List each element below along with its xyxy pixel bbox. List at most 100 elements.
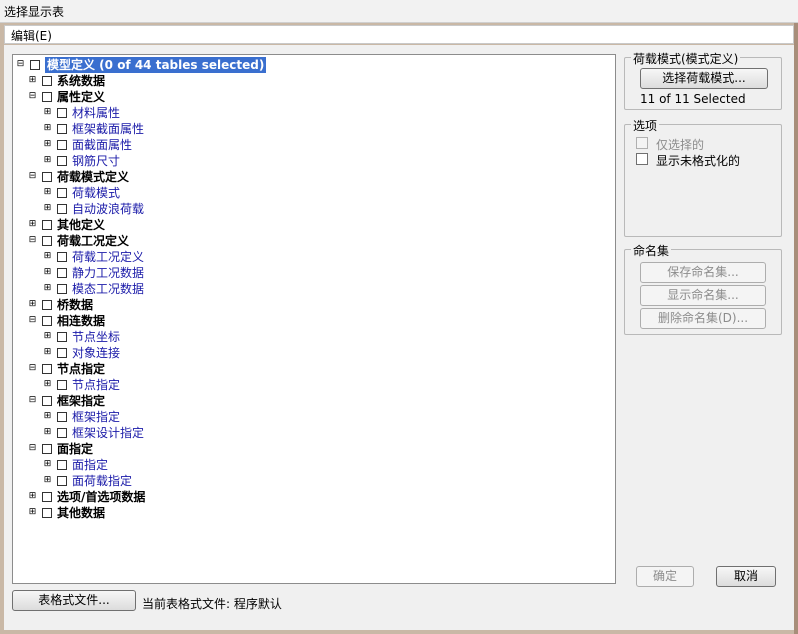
tree-checkbox[interactable] bbox=[57, 108, 67, 118]
tree-leaf-row[interactable]: ⊞ 自动波浪荷载 bbox=[43, 201, 343, 217]
tree-checkbox[interactable] bbox=[57, 140, 67, 150]
expand-icon[interactable]: ⊞ bbox=[43, 412, 52, 421]
collapse-icon[interactable]: ⊟ bbox=[28, 236, 37, 245]
tree-node-label[interactable]: 材料属性 bbox=[72, 105, 120, 121]
expand-icon[interactable]: ⊞ bbox=[43, 428, 52, 437]
expand-icon[interactable]: ⊞ bbox=[43, 284, 52, 293]
collapse-icon[interactable]: ⊟ bbox=[28, 92, 37, 101]
tree-node-label[interactable]: 框架指定 bbox=[57, 393, 105, 409]
tree-checkbox[interactable] bbox=[57, 460, 67, 470]
expand-icon[interactable]: ⊞ bbox=[43, 348, 52, 357]
tree-checkbox[interactable] bbox=[42, 444, 52, 454]
tree-leaf-row[interactable]: ⊞ 框架指定 bbox=[43, 409, 343, 425]
tree-node-label[interactable]: 系统数据 bbox=[57, 73, 105, 89]
tree-node-label[interactable]: 钢筋尺寸 bbox=[72, 153, 120, 169]
tree-checkbox[interactable] bbox=[42, 508, 52, 518]
tree-checkbox[interactable] bbox=[57, 476, 67, 486]
expand-icon[interactable]: ⊞ bbox=[43, 380, 52, 389]
tree-node-label[interactable]: 桥数据 bbox=[57, 297, 93, 313]
tree-checkbox[interactable] bbox=[42, 316, 52, 326]
expand-icon[interactable]: ⊞ bbox=[28, 508, 37, 517]
tree-group-row[interactable]: ⊞ 桥数据 bbox=[28, 297, 328, 313]
tree-checkbox[interactable] bbox=[57, 348, 67, 358]
tree-node-label[interactable]: 静力工况数据 bbox=[72, 265, 144, 281]
only-selected-checkbox[interactable] bbox=[636, 137, 648, 149]
tree-checkbox[interactable] bbox=[30, 60, 40, 70]
tree-node-label[interactable]: 荷载工况定义 bbox=[72, 249, 144, 265]
tree-leaf-row[interactable]: ⊞ 钢筋尺寸 bbox=[43, 153, 343, 169]
ok-button[interactable]: 确定 bbox=[636, 566, 694, 587]
tree-node-label[interactable]: 其他数据 bbox=[57, 505, 105, 521]
menu-edit[interactable]: 编辑(E) bbox=[11, 27, 52, 44]
tree-leaf-row[interactable]: ⊞ 静力工况数据 bbox=[43, 265, 343, 281]
tree-node-label[interactable]: 属性定义 bbox=[57, 89, 105, 105]
tree-root-row[interactable]: ⊟ 模型定义 (0 of 44 tables selected) bbox=[16, 56, 316, 74]
tree-checkbox[interactable] bbox=[42, 76, 52, 86]
tree-leaf-row[interactable]: ⊞ 荷载模式 bbox=[43, 185, 343, 201]
tree-checkbox[interactable] bbox=[42, 364, 52, 374]
expand-icon[interactable]: ⊞ bbox=[43, 156, 52, 165]
expand-icon[interactable]: ⊞ bbox=[43, 476, 52, 485]
show-unformatted-checkbox[interactable] bbox=[636, 153, 648, 165]
tree-checkbox[interactable] bbox=[57, 204, 67, 214]
tree-checkbox[interactable] bbox=[57, 268, 67, 278]
collapse-icon[interactable]: ⊟ bbox=[16, 60, 25, 69]
tree-node-label[interactable]: 荷载模式定义 bbox=[57, 169, 129, 185]
tree-node-label[interactable]: 面指定 bbox=[72, 457, 108, 473]
tree-group-row[interactable]: ⊟ 荷载工况定义 bbox=[28, 233, 328, 249]
tree-group-row[interactable]: ⊟ 荷载模式定义 bbox=[28, 169, 328, 185]
tree-node-label[interactable]: 面指定 bbox=[57, 441, 93, 457]
tree-node-label[interactable]: 选项/首选项数据 bbox=[57, 489, 145, 505]
tree-group-row[interactable]: ⊟ 框架指定 bbox=[28, 393, 328, 409]
tree-node-label[interactable]: 面截面属性 bbox=[72, 137, 132, 153]
tree-root-label[interactable]: 模型定义 (0 of 44 tables selected) bbox=[43, 56, 268, 74]
tree-leaf-row[interactable]: ⊞ 节点指定 bbox=[43, 377, 343, 393]
tree-group-row[interactable]: ⊟ 面指定 bbox=[28, 441, 328, 457]
tree-group-row[interactable]: ⊞ 其他定义 bbox=[28, 217, 328, 233]
tree-node-label[interactable]: 框架截面属性 bbox=[72, 121, 144, 137]
tree-leaf-row[interactable]: ⊞ 节点坐标 bbox=[43, 329, 343, 345]
tree-checkbox[interactable] bbox=[42, 92, 52, 102]
select-load-patterns-button[interactable]: 选择荷载模式... bbox=[640, 68, 768, 89]
expand-icon[interactable]: ⊞ bbox=[28, 492, 37, 501]
tree-leaf-row[interactable]: ⊞ 对象连接 bbox=[43, 345, 343, 361]
tree-leaf-row[interactable]: ⊞ 材料属性 bbox=[43, 105, 343, 121]
expand-icon[interactable]: ⊞ bbox=[43, 108, 52, 117]
tree-node-label[interactable]: 模态工况数据 bbox=[72, 281, 144, 297]
tree-checkbox[interactable] bbox=[57, 156, 67, 166]
tree-group-row[interactable]: ⊞ 系统数据 bbox=[28, 73, 328, 89]
tree-node-label[interactable]: 节点指定 bbox=[72, 377, 120, 393]
collapse-icon[interactable]: ⊟ bbox=[28, 316, 37, 325]
tree-checkbox[interactable] bbox=[42, 220, 52, 230]
collapse-icon[interactable]: ⊟ bbox=[28, 172, 37, 181]
expand-icon[interactable]: ⊞ bbox=[28, 300, 37, 309]
expand-icon[interactable]: ⊞ bbox=[43, 188, 52, 197]
tree-leaf-row[interactable]: ⊞ 面荷载指定 bbox=[43, 473, 343, 489]
tree-leaf-row[interactable]: ⊞ 面截面属性 bbox=[43, 137, 343, 153]
format-file-button[interactable]: 表格式文件... bbox=[12, 590, 136, 611]
show-named-set-button[interactable]: 显示命名集... bbox=[640, 285, 766, 306]
tree-checkbox[interactable] bbox=[57, 188, 67, 198]
tree-node-label[interactable]: 对象连接 bbox=[72, 345, 120, 361]
tree-group-row[interactable]: ⊞ 其他数据 bbox=[28, 505, 328, 521]
tree-node-label[interactable]: 荷载工况定义 bbox=[57, 233, 129, 249]
tree-group-row[interactable]: ⊞ 选项/首选项数据 bbox=[28, 489, 328, 505]
tree-checkbox[interactable] bbox=[42, 236, 52, 246]
collapse-icon[interactable]: ⊟ bbox=[28, 396, 37, 405]
tree-checkbox[interactable] bbox=[57, 332, 67, 342]
tree-checkbox[interactable] bbox=[57, 428, 67, 438]
expand-icon[interactable]: ⊞ bbox=[43, 460, 52, 469]
tree-group-row[interactable]: ⊟ 相连数据 bbox=[28, 313, 328, 329]
tree-leaf-row[interactable]: ⊞ 荷载工况定义 bbox=[43, 249, 343, 265]
delete-named-set-button[interactable]: 删除命名集(D)... bbox=[640, 308, 766, 329]
tree-node-label[interactable]: 节点坐标 bbox=[72, 329, 120, 345]
expand-icon[interactable]: ⊞ bbox=[43, 140, 52, 149]
tree-node-label[interactable]: 节点指定 bbox=[57, 361, 105, 377]
tree-node-label[interactable]: 框架指定 bbox=[72, 409, 120, 425]
tree-leaf-row[interactable]: ⊞ 面指定 bbox=[43, 457, 343, 473]
save-named-set-button[interactable]: 保存命名集... bbox=[640, 262, 766, 283]
tree-checkbox[interactable] bbox=[42, 396, 52, 406]
tree-leaf-row[interactable]: ⊞ 框架截面属性 bbox=[43, 121, 343, 137]
collapse-icon[interactable]: ⊟ bbox=[28, 364, 37, 373]
expand-icon[interactable]: ⊞ bbox=[43, 124, 52, 133]
